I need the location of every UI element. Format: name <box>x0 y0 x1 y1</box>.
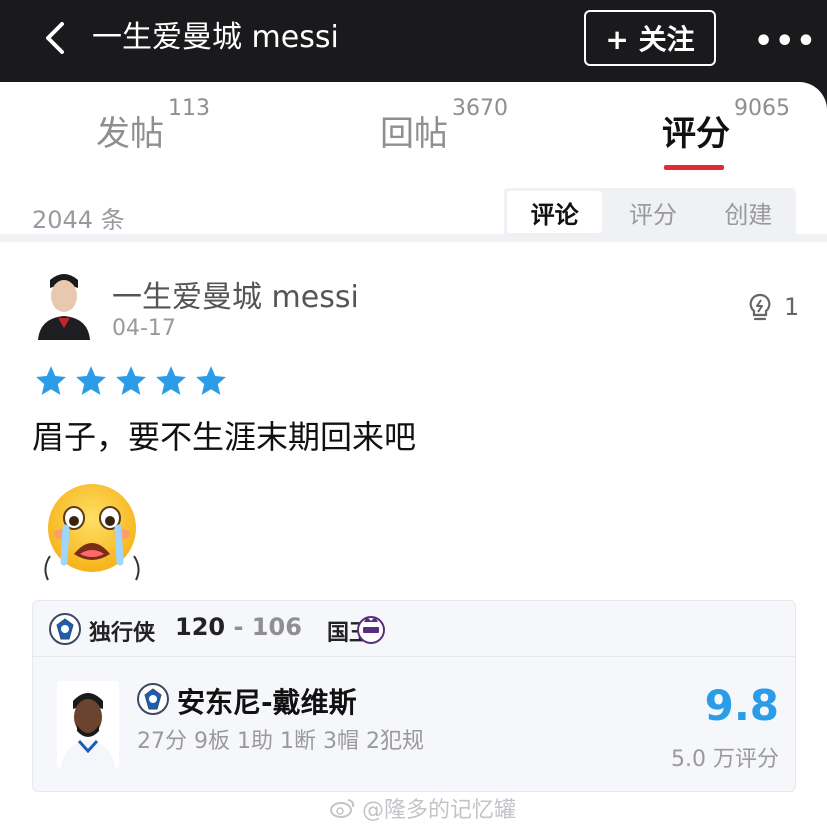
back-icon[interactable] <box>40 18 76 58</box>
more-icon[interactable]: ••• <box>754 24 818 59</box>
result-count: 2044 条 <box>32 206 125 234</box>
mavericks-logo-icon <box>49 613 81 645</box>
top-bar: 一生爱曼城 messi + 关注 ••• <box>0 0 827 84</box>
tab-ratings[interactable]: 评分 9065 <box>662 96 790 155</box>
profile-sheet: 发帖 113 回帖 3670 评分 9065 2044 条 评论 评分 创建 一… <box>0 82 827 827</box>
avatar[interactable] <box>32 266 96 340</box>
tab-ratings-count: 9065 <box>734 96 790 121</box>
post-text: 眉子，要不生涯末期回来吧 <box>32 418 417 456</box>
player-photo <box>57 681 119 769</box>
score-separator: - <box>233 613 244 641</box>
game-score: 120 - 106 <box>175 613 302 641</box>
tab-replies[interactable]: 回帖 3670 <box>380 96 508 155</box>
home-team-name: 独行侠 <box>89 621 156 646</box>
star-rating <box>34 364 228 398</box>
watermark: @隆多的记忆罐 <box>330 792 516 824</box>
tab-bar: 发帖 113 回帖 3670 评分 9065 <box>0 82 827 182</box>
username[interactable]: 一生爱曼城 messi <box>112 272 359 316</box>
tab-posts[interactable]: 发帖 113 <box>96 96 210 155</box>
filter-bar: 2044 条 评论 评分 创建 <box>0 188 827 240</box>
mavericks-logo-icon <box>137 683 169 715</box>
follow-button[interactable]: + 关注 <box>584 10 716 66</box>
watermark-text: @隆多的记忆罐 <box>362 798 517 823</box>
rating-count: 5.0 万评分 <box>671 747 779 772</box>
active-tab-indicator <box>664 165 724 170</box>
star-icon <box>196 366 226 395</box>
weibo-icon <box>330 799 355 818</box>
game-score-header: 独行侠 120 - 106 国王 <box>33 601 795 657</box>
away-score: 106 <box>251 613 302 641</box>
like-button[interactable]: 1 <box>746 292 799 322</box>
tab-ratings-label: 评分 <box>662 114 730 154</box>
home-score: 120 <box>175 613 226 641</box>
tab-replies-count: 3670 <box>452 96 508 121</box>
section-divider <box>0 234 827 242</box>
star-icon <box>116 366 146 395</box>
like-count: 1 <box>784 293 800 321</box>
tab-replies-label: 回帖 <box>380 114 448 154</box>
tab-posts-label: 发帖 <box>96 114 164 154</box>
player-name: 安东尼-戴维斯 <box>177 686 357 719</box>
player-stats: 27分 9板 1助 1断 3帽 2犯规 <box>137 729 424 754</box>
post-date: 04-17 <box>112 316 176 341</box>
kings-logo-icon <box>357 616 385 644</box>
crying-face-emoji-icon <box>40 482 144 586</box>
game-rating-card[interactable]: 独行侠 120 - 106 国王 安东尼-戴维斯 27分 9板 1助 1断 3帽… <box>32 600 796 792</box>
tab-posts-count: 113 <box>168 96 210 121</box>
sort-segmented-control: 评论 评分 创建 <box>504 188 796 236</box>
star-icon <box>36 366 66 395</box>
star-icon <box>76 366 106 395</box>
lightbulb-icon <box>749 293 771 321</box>
page-title: 一生爱曼城 messi <box>92 20 339 55</box>
segment-comments[interactable]: 评论 <box>507 191 603 233</box>
segment-ratings[interactable]: 评分 <box>605 188 700 236</box>
segment-created[interactable]: 创建 <box>701 188 796 236</box>
star-icon <box>156 366 186 395</box>
player-rating: 9.8 <box>704 681 779 730</box>
